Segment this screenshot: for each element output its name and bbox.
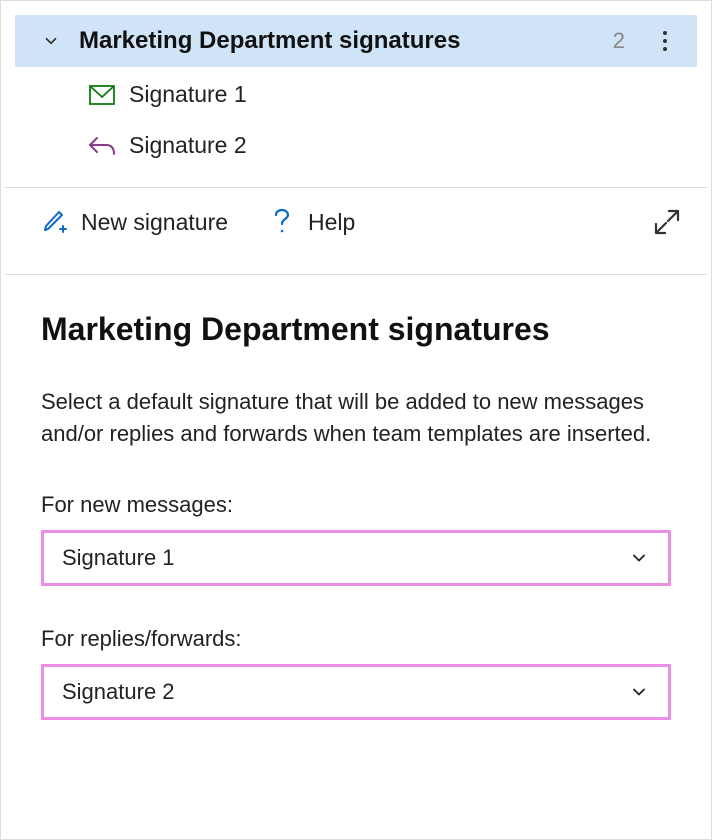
group-title: Marketing Department signatures [79,27,613,55]
toolbar: New signature Help [1,188,711,256]
field-label-replies-forwards: For replies/forwards: [41,626,671,652]
help-button[interactable]: Help [268,208,355,236]
field-new-messages: For new messages: Signature 1 [41,492,671,586]
field-replies-forwards: For replies/forwards: Signature 2 [41,626,671,720]
select-replies-forwards[interactable]: Signature 2 [41,664,671,720]
page-title: Marketing Department signatures [41,311,671,348]
more-options-icon[interactable] [653,29,677,53]
help-label: Help [308,209,355,236]
chevron-down-icon [628,681,650,703]
signature-list-item[interactable]: Signature 1 [15,71,697,118]
select-value: Signature 2 [62,679,175,705]
page-description: Select a default signature that will be … [41,386,671,450]
signature-list-item[interactable]: Signature 2 [15,122,697,169]
signature-item-label: Signature 1 [129,81,247,108]
signature-group-header[interactable]: Marketing Department signatures 2 [15,15,697,67]
group-count-badge: 2 [613,28,625,54]
new-signature-button[interactable]: New signature [41,208,228,236]
mail-icon [87,82,117,108]
select-new-messages[interactable]: Signature 1 [41,530,671,586]
expand-icon[interactable] [651,206,683,238]
help-icon [268,208,296,236]
chevron-down-icon[interactable] [39,29,63,53]
new-signature-label: New signature [81,209,228,236]
new-signature-icon [41,208,69,236]
reply-icon [87,133,117,159]
signature-item-label: Signature 2 [129,132,247,159]
chevron-down-icon [628,547,650,569]
field-label-new-messages: For new messages: [41,492,671,518]
main-content: Marketing Department signatures Select a… [1,275,711,780]
select-value: Signature 1 [62,545,175,571]
